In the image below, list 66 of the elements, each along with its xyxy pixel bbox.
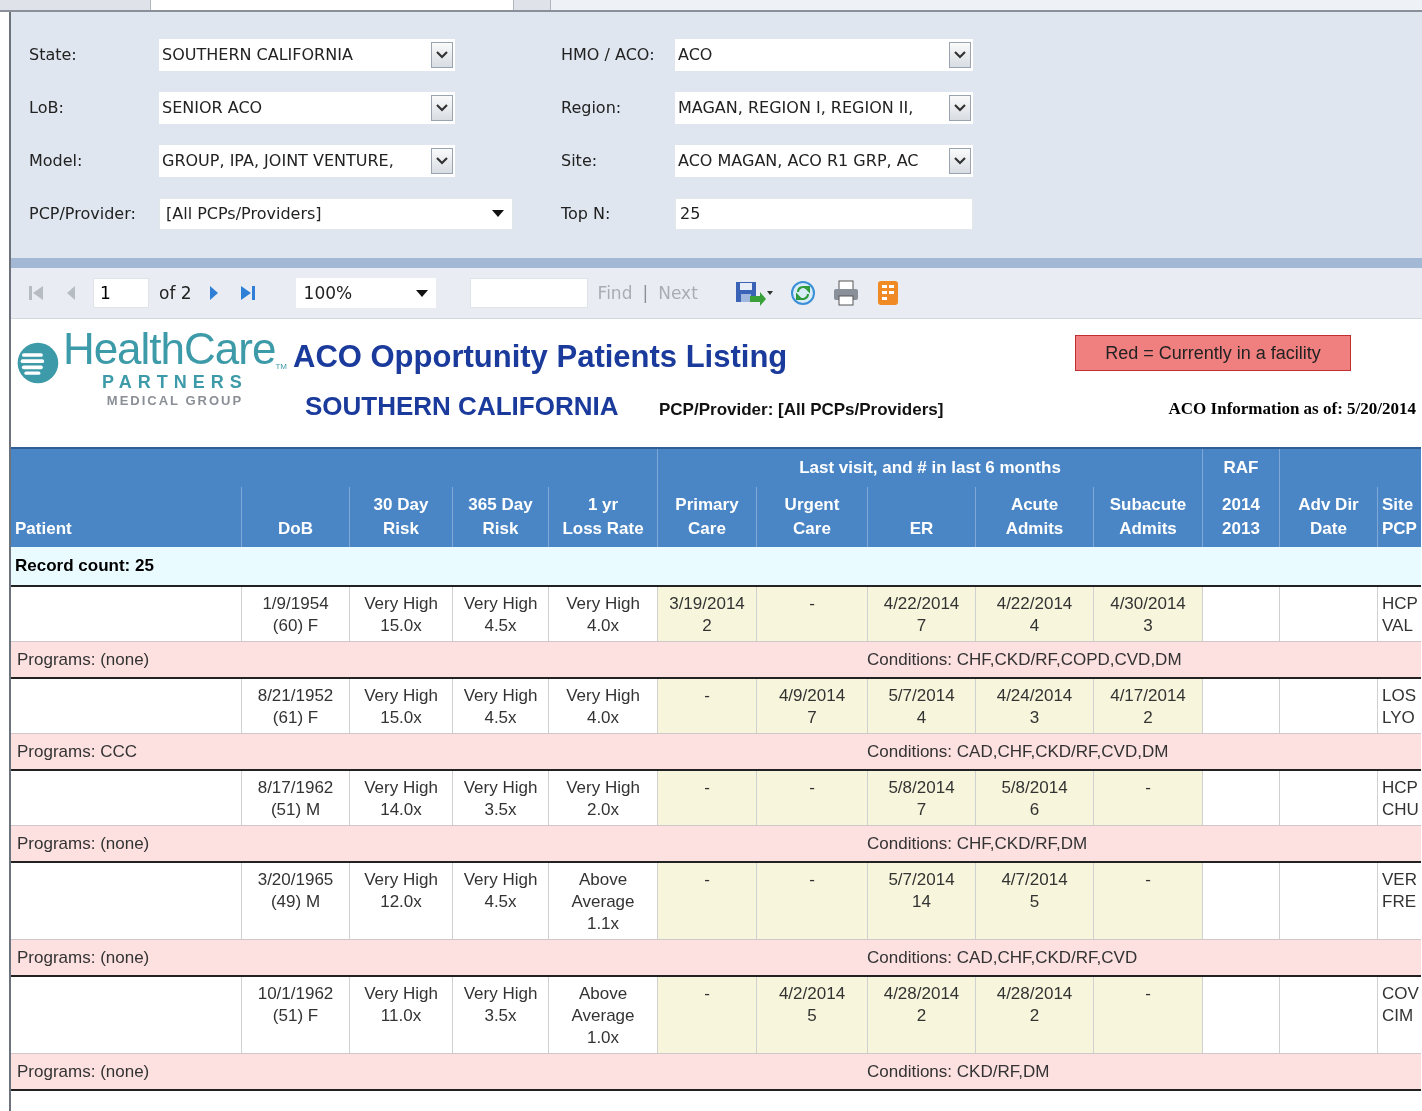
info-date: ACO Information as of: 5/20/2014 [1168, 399, 1416, 419]
dropdown[interactable]: ACO [675, 38, 973, 71]
conditions-text: Conditions: CAD,CHF,CKD/RF,CVD [867, 947, 1138, 968]
field-label: Region: [561, 98, 623, 117]
programs-text: Programs: (none) [16, 833, 151, 854]
field-label: Top N: [561, 204, 612, 223]
dropdown[interactable]: SENIOR ACO [159, 91, 455, 124]
table-cell: - [756, 863, 867, 939]
table-cell: 4/22/2014 4 [975, 587, 1093, 641]
field-label: HMO / ACO: [561, 45, 656, 64]
table-cell: 5/7/2014 4 [867, 679, 975, 733]
table-cell: - [1093, 771, 1202, 825]
table-cell: 4/24/2014 3 [975, 679, 1093, 733]
field-label: PCP/Provider: [29, 204, 137, 223]
table-cell: 4/30/2014 3 [1093, 587, 1202, 641]
dropdown[interactable]: ACO MAGAN, ACO R1 GRP, AC [675, 144, 973, 177]
field-label: State: [29, 45, 78, 64]
zoom-dropdown[interactable]: 100% [295, 278, 436, 308]
programs-text: Programs: (none) [16, 947, 151, 968]
table-cell: - [657, 679, 756, 733]
table-cell: 4/2/2014 5 [756, 977, 867, 1053]
report-subtitle: SOUTHERN CALIFORNIA [305, 391, 620, 422]
page-number-field[interactable]: 1 [93, 278, 149, 308]
field-label: Model: [29, 151, 84, 170]
conditions-text: Conditions: CHF,CKD/RF,COPD,CVD,DM [867, 649, 1182, 670]
table-cell: - [657, 863, 756, 939]
table-cell: 4/9/2014 7 [756, 679, 867, 733]
table-cell: - [756, 587, 867, 641]
programs-text: Programs: (none) [16, 1061, 151, 1082]
table-cell: 3/19/2014 2 [657, 587, 756, 641]
table-cell: 5/8/2014 7 [867, 771, 975, 825]
page-count: of 2 [159, 283, 192, 303]
dropdown[interactable]: GROUP, IPA, JOINT VENTURE, [159, 144, 455, 177]
table-cell: - [657, 771, 756, 825]
table-cell: - [756, 771, 867, 825]
separator: | [642, 283, 649, 303]
report-title: ACO Opportunity Patients Listing [293, 339, 789, 375]
programs-text: Programs: (none) [16, 649, 151, 670]
trademark: TM [275, 362, 287, 371]
table-cell: 4/17/2014 2 [1093, 679, 1202, 733]
table-cell: - [1093, 977, 1202, 1053]
input-field[interactable]: 25 [675, 197, 973, 230]
dropdown[interactable]: MAGAN, REGION I, REGION II, [675, 91, 973, 124]
dropdown[interactable]: SOUTHERN CALIFORNIA [159, 38, 455, 71]
logo-subtitle: MEDICAL GROUP [106, 393, 244, 408]
conditions-text: Conditions: CHF,CKD/RF,DM [867, 833, 1088, 854]
provider-filter-text: PCP/Provider: [All PCPs/Providers] [659, 400, 944, 420]
programs-text: Programs: CCC [16, 741, 138, 762]
record-count: Record count: 25 [11, 547, 1421, 587]
column-header: Patient [14, 518, 73, 540]
field-label: LoB: [29, 98, 65, 117]
field-label: Site: [561, 151, 599, 170]
conditions-text: Conditions: CKD/RF,DM [867, 1061, 1050, 1082]
conditions-text: Conditions: CAD,CHF,CKD/RF,CVD,DM [867, 741, 1169, 762]
table-cell: 5/7/2014 14 [867, 863, 975, 939]
logo-tagline: PARTNERS [102, 371, 248, 393]
logo-name: HealthCare [62, 327, 276, 371]
table-cell: 4/28/2014 2 [975, 977, 1093, 1053]
table-cell: - [1093, 863, 1202, 939]
table-cell: 4/7/2014 5 [975, 863, 1093, 939]
legend: Red = Currently in a facility [1075, 335, 1351, 371]
table-cell: 4/28/2014 2 [867, 977, 975, 1053]
table-cell: 4/22/2014 7 [867, 587, 975, 641]
table-cell: 5/8/2014 6 [975, 771, 1093, 825]
dropdown[interactable]: [All PCPs/Providers] [159, 197, 513, 230]
table-cell: - [657, 977, 756, 1053]
